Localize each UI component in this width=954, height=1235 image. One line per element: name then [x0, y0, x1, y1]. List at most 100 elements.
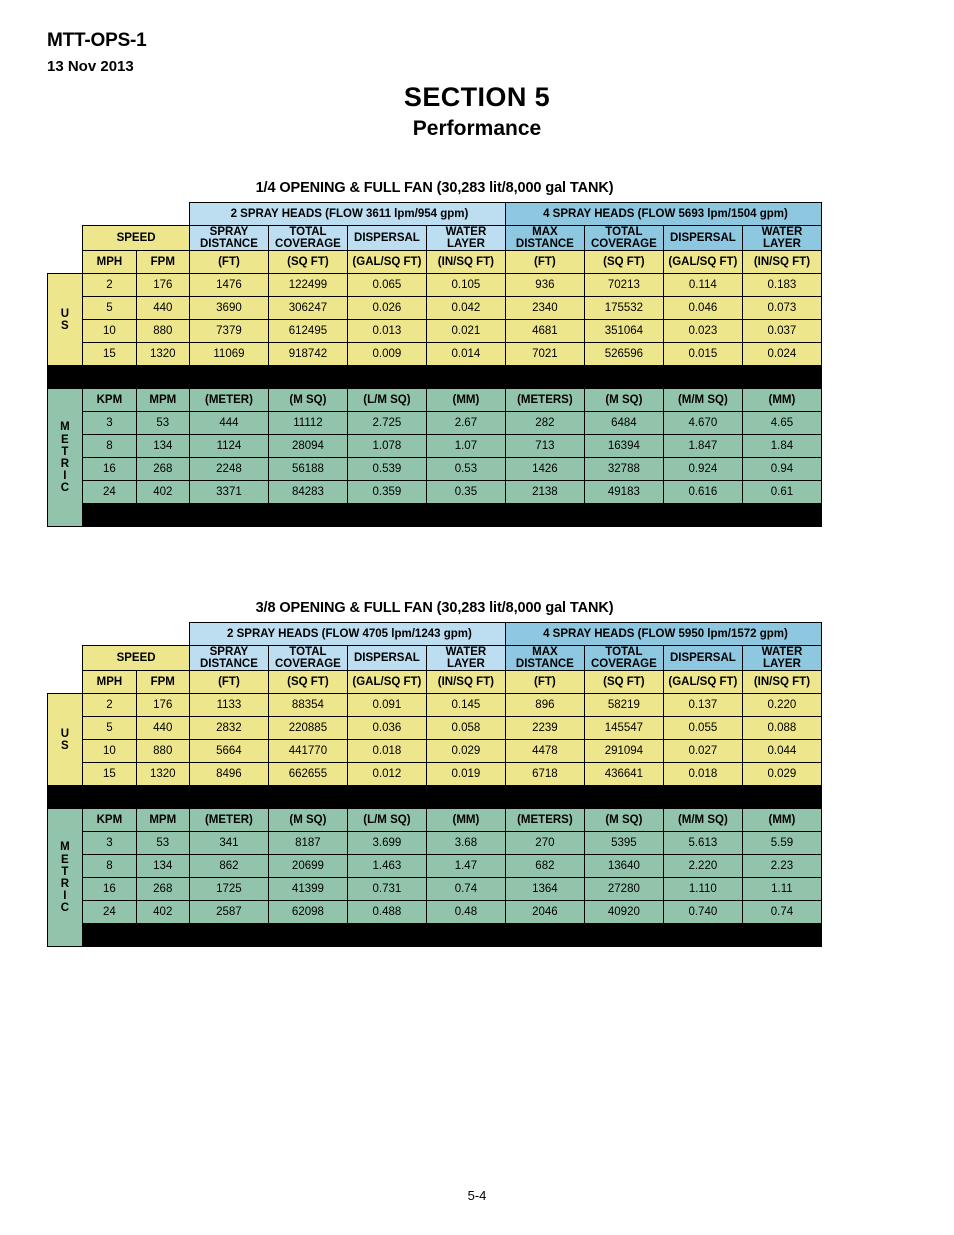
us-band-label: US [46, 693, 84, 787]
cell: 0.616 [662, 480, 743, 505]
cell: 7021 [504, 342, 585, 367]
table-row: 15 1320 8496 662655 0.012 0.019 6718 436641 0.01… [48, 762, 823, 787]
cell: 145547 [583, 716, 664, 741]
column-header-left-0: SPRAY DISTANCE [188, 644, 269, 672]
cell: 5 [82, 716, 137, 741]
column-header-right-3: WATER LAYER [741, 224, 823, 252]
cell: 1320 [135, 762, 190, 787]
us-unit-3: (IN/SQ FT) [425, 250, 506, 275]
us-speed-unit-1: FPM [135, 250, 190, 275]
document-id: MTT-OPS-1 [47, 30, 147, 51]
cell: 4.670 [662, 411, 743, 436]
table-row: 3 53 341 8187 3.699 3.68 270 5395 5.613 5.59 [48, 831, 823, 856]
table-row: 3 53 444 11112 2.725 2.67 282 6484 4.670 4.65 [48, 411, 823, 436]
cell: 11112 [267, 411, 348, 436]
performance-table-block-2: 3/8 OPENING & FULL FAN (30,283 lit/8,000… [46, 600, 823, 948]
cell: 5.59 [741, 831, 823, 856]
cell: 0.145 [425, 693, 506, 718]
cell: 896 [504, 693, 585, 718]
cell: 402 [135, 480, 190, 505]
cell: 175532 [583, 296, 664, 321]
cell: 15 [82, 762, 137, 787]
cell: 1725 [188, 877, 269, 902]
cell: 1426 [504, 457, 585, 482]
footer-bar [82, 923, 822, 948]
table-row: 5 440 3690 306247 0.026 0.042 2340 175532 0.046 0… [48, 296, 823, 321]
cell: 1.84 [741, 434, 823, 459]
spacer-cell [136, 202, 190, 226]
cell: 24 [82, 900, 137, 925]
cell: 0.35 [425, 480, 506, 505]
metric-speed-unit-1: MPM [135, 388, 190, 413]
spacer-cell [82, 202, 137, 226]
cell: 88354 [267, 693, 348, 718]
table-title: 3/8 OPENING & FULL FAN (30,283 lit/8,000… [255, 600, 614, 616]
document-page: MTT-OPS-1 13 Nov 2013 SECTION 5 Performa… [0, 0, 954, 1235]
cell: 84283 [267, 480, 348, 505]
spacer-cell [82, 622, 137, 646]
cell: 526596 [583, 342, 664, 367]
table-row: 24 402 2587 62098 0.488 0.48 2046 40920 0.740 0.7… [48, 900, 823, 925]
cell: 0.012 [346, 762, 427, 787]
cell: 0.024 [741, 342, 823, 367]
cell: 176 [135, 693, 190, 718]
column-header-right-0: MAX DISTANCE [504, 644, 585, 672]
cell: 5.613 [662, 831, 743, 856]
cell: 0.74 [741, 900, 823, 925]
cell: 268 [135, 457, 190, 482]
column-header-left-3: WATER LAYER [425, 644, 506, 672]
cell: 122499 [267, 273, 348, 298]
cell: 0.013 [346, 319, 427, 344]
cell: 0.48 [425, 900, 506, 925]
cell: 0.044 [741, 739, 823, 764]
us-unit-2: (GAL/SQ FT) [346, 670, 427, 695]
speed-header: SPEED [82, 644, 190, 672]
spacer-cell [47, 225, 83, 251]
cell: 0.027 [662, 739, 743, 764]
cell: 220885 [267, 716, 348, 741]
cell: 4478 [504, 739, 585, 764]
cell: 662655 [267, 762, 348, 787]
column-header-right-2: DISPERSAL [662, 644, 743, 672]
cell: 2340 [504, 296, 585, 321]
page-number: 5-4 [467, 1188, 487, 1203]
cell: 4.65 [741, 411, 823, 436]
column-header-right-2: DISPERSAL [662, 224, 743, 252]
cell: 1.11 [741, 877, 823, 902]
cell: 440 [135, 296, 190, 321]
us-unit-6: (GAL/SQ FT) [662, 670, 743, 695]
cell: 0.105 [425, 273, 506, 298]
cell: 3 [82, 831, 137, 856]
performance-table: 2 SPRAY HEADS (FLOW 3611 lpm/954 gpm) 4 S… [46, 202, 823, 528]
cell: 1.847 [662, 434, 743, 459]
cell: 1.110 [662, 877, 743, 902]
cell: 306247 [267, 296, 348, 321]
cell: 0.009 [346, 342, 427, 367]
cell: 0.61 [741, 480, 823, 505]
cell: 53 [135, 411, 190, 436]
cell: 5395 [583, 831, 664, 856]
cell: 0.065 [346, 273, 427, 298]
cell: 8 [82, 434, 137, 459]
table-row: 8 134 862 20699 1.463 1.47 682 13640 2.220 2.23 [48, 854, 823, 879]
cell: 15 [82, 342, 137, 367]
cell: 0.359 [346, 480, 427, 505]
cell: 270 [504, 831, 585, 856]
cell: 3.699 [346, 831, 427, 856]
cell: 0.018 [662, 762, 743, 787]
cell: 918742 [267, 342, 348, 367]
cell: 0.731 [346, 877, 427, 902]
table-row: 15 1320 11069 918742 0.009 0.014 7021 526596 0.0… [48, 342, 823, 367]
cell: 8187 [267, 831, 348, 856]
cell: 10 [82, 319, 137, 344]
cell: 441770 [267, 739, 348, 764]
cell: 1.078 [346, 434, 427, 459]
cell: 862 [188, 854, 269, 879]
cell: 2239 [504, 716, 585, 741]
cell: 2.220 [662, 854, 743, 879]
cell: 0.114 [662, 273, 743, 298]
cell: 268 [135, 877, 190, 902]
cell: 8 [82, 854, 137, 879]
metric-unit-6: (M/M SQ) [662, 808, 743, 833]
cell: 1.463 [346, 854, 427, 879]
